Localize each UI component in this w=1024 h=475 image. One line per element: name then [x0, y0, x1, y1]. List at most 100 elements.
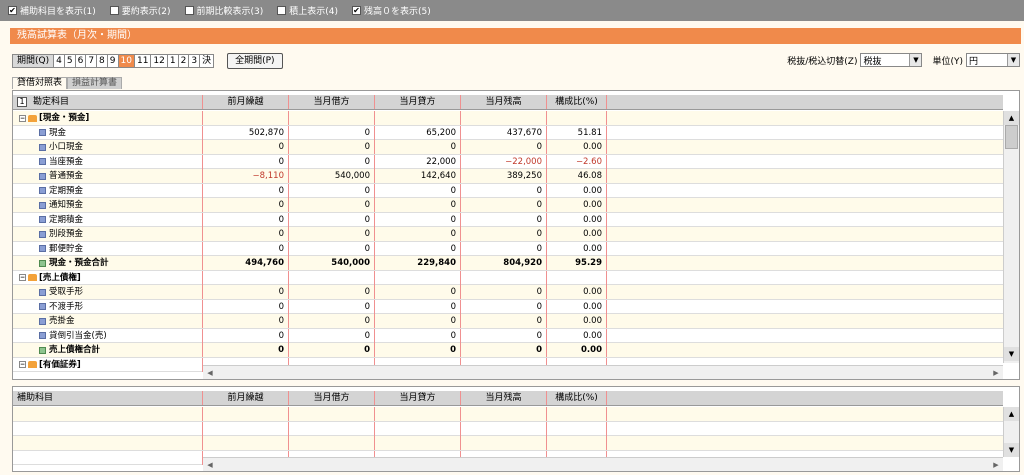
collapse-icon[interactable]: − — [19, 274, 26, 281]
option-1[interactable]: ✔ 補助科目を表示(1) — [8, 4, 96, 17]
value-cell: 0 — [289, 285, 375, 299]
tab-income-statement[interactable]: 損益計算書 — [67, 77, 123, 89]
sub-table-row[interactable] — [13, 436, 1003, 451]
checkbox-icon[interactable] — [184, 6, 194, 15]
table-row[interactable]: 普通預金 −8,110 540,000 142,640 389,250 46.08 — [13, 169, 1003, 184]
chevron-down-icon[interactable]: ▼ — [1007, 54, 1019, 66]
table-row[interactable]: 通知預金 0 0 0 0 0.00 — [13, 198, 1003, 213]
value-cell: 389,250 — [461, 169, 547, 183]
collapse-icon[interactable]: − — [19, 114, 26, 122]
option-2[interactable]: 要約表示(2) — [109, 4, 171, 17]
option-5[interactable]: ✔ 残高０を表示(5) — [352, 4, 431, 17]
checkbox-checked-icon[interactable]: ✔ — [352, 6, 361, 15]
column-header — [607, 95, 1003, 109]
value-cell: 0 — [203, 285, 289, 299]
value-cell: 22,000 — [375, 154, 461, 169]
option-4[interactable]: 積上表示(4) — [277, 4, 338, 17]
empty-cell — [607, 436, 1003, 450]
period-month-button[interactable]: 決 — [199, 54, 215, 68]
total-row[interactable]: 売上債権合計 0 0 0 0 0.00 — [13, 343, 1003, 358]
value-cell: 0 — [289, 299, 375, 314]
value-cell: 437,670 — [461, 125, 547, 140]
table-row[interactable]: 定期預金 0 0 0 0 0.00 — [13, 183, 1003, 198]
value-cell: 0 — [289, 227, 375, 241]
scroll-left-icon[interactable]: ◀ — [203, 369, 217, 377]
empty-cell — [607, 329, 1003, 343]
value-cell: 0 — [461, 183, 547, 198]
column-header-label: 当月借方 — [313, 393, 350, 403]
checkbox-icon[interactable] — [109, 6, 119, 15]
column-header: 前月繰越 — [203, 95, 289, 109]
table-row[interactable]: 不渡手形 0 0 0 0 0.00 — [13, 299, 1003, 314]
empty-cell — [203, 407, 289, 421]
account-name: 郵便貯金 — [49, 243, 84, 254]
value-cell: 0 — [461, 241, 547, 256]
sub-table-row[interactable] — [13, 421, 1003, 436]
unit-select-value: 円 — [969, 56, 979, 67]
horizontal-scrollbar[interactable]: ◀ ▶ — [203, 365, 1003, 379]
unit-select[interactable]: 円 ▼ — [966, 53, 1020, 67]
scroll-down-icon[interactable]: ▼ — [1004, 443, 1019, 457]
grid-header: 1 勘定科目 前月繰越 当月借方 当月貸方 当月残高 構成比(%) — [13, 95, 1003, 110]
collapse-icon[interactable]: − — [19, 361, 26, 368]
table-row[interactable]: 受取手形 0 0 0 0 0.00 — [13, 285, 1003, 300]
period-month-button[interactable]: 12 — [150, 54, 168, 68]
tab-balance-sheet[interactable]: 貸借対照表 — [12, 77, 68, 89]
value-cell: 0 — [461, 299, 547, 314]
empty-cell — [607, 184, 1003, 198]
scroll-right-icon[interactable]: ▶ — [989, 461, 1003, 469]
account-name: 現金 — [49, 127, 67, 138]
value-cell — [203, 270, 289, 285]
option-3[interactable]: 前期比較表示(3) — [184, 4, 263, 17]
value-cell: 0 — [289, 328, 375, 343]
empty-cell — [607, 242, 1003, 256]
value-cell: 0 — [375, 212, 461, 227]
account-icon — [39, 187, 46, 194]
value-cell: 0 — [375, 140, 461, 154]
table-row[interactable]: 別段預金 0 0 0 0 0.00 — [13, 227, 1003, 242]
value-cell: 0 — [289, 183, 375, 198]
account-name-cell: 不渡手形 — [13, 299, 203, 314]
sub-horizontal-scrollbar[interactable]: ◀ ▶ — [203, 457, 1003, 471]
scroll-left-icon[interactable]: ◀ — [203, 461, 217, 469]
checkbox-icon[interactable] — [277, 6, 287, 15]
scroll-right-icon[interactable]: ▶ — [989, 369, 1003, 377]
empty-cell — [607, 140, 1003, 154]
row-number-badge[interactable]: 1 — [17, 97, 27, 107]
sub-vertical-scrollbar[interactable]: ▲ ▼ — [1003, 407, 1019, 457]
group-row[interactable]: − [売上債権] — [13, 270, 1003, 285]
full-period-button[interactable]: 全期間(P) — [227, 53, 283, 69]
table-row[interactable]: 貸倒引当金(売) 0 0 0 0 0.00 — [13, 328, 1003, 343]
scroll-thumb[interactable] — [1005, 125, 1018, 149]
account-name-cell: 売掛金 — [13, 314, 203, 328]
value-cell: 46.08 — [547, 169, 607, 183]
empty-cell — [203, 421, 289, 436]
sub-table-row[interactable] — [13, 407, 1003, 422]
column-header-label: 前月繰越 — [227, 97, 264, 107]
scroll-up-icon[interactable]: ▲ — [1004, 407, 1019, 421]
table-row[interactable]: 売掛金 0 0 0 0 0.00 — [13, 314, 1003, 329]
account-icon — [39, 288, 46, 296]
group-row[interactable]: − [現金・預金] — [13, 111, 1003, 126]
chevron-down-icon[interactable]: ▼ — [909, 54, 922, 66]
table-row[interactable]: 現金 502,870 0 65,200 437,670 51.81 — [13, 125, 1003, 140]
scroll-down-icon[interactable]: ▼ — [1004, 347, 1019, 361]
total-row[interactable]: 現金・預金合計 494,760 540,000 229,840 804,920 95.29 — [13, 256, 1003, 271]
value-cell: −2.60 — [547, 154, 607, 169]
period-month-button[interactable]: 11 — [133, 54, 152, 68]
period-label[interactable]: 期間(Q) — [12, 54, 55, 68]
checkbox-checked-icon[interactable]: ✔ — [8, 6, 17, 15]
period-month-button[interactable]: 10 — [117, 54, 135, 68]
table-row[interactable]: 当座預金 0 0 22,000 −22,000 −2.60 — [13, 154, 1003, 169]
column-header-label: 当月借方 — [313, 97, 350, 107]
table-row[interactable]: 郵便貯金 0 0 0 0 0.00 — [13, 241, 1003, 256]
table-row[interactable]: 定期積金 0 0 0 0 0.00 — [13, 212, 1003, 227]
value-cell: 0.00 — [547, 183, 607, 198]
tax-select[interactable]: 税抜 ▼ — [860, 53, 923, 67]
value-cell: 0 — [375, 343, 461, 357]
vertical-scrollbar[interactable]: ▲ ▼ — [1003, 111, 1019, 363]
column-header: 当月借方 — [289, 95, 375, 109]
scroll-up-icon[interactable]: ▲ — [1004, 111, 1019, 125]
table-row[interactable]: 小口現金 0 0 0 0 0.00 — [13, 140, 1003, 155]
value-cell: 0 — [289, 314, 375, 328]
